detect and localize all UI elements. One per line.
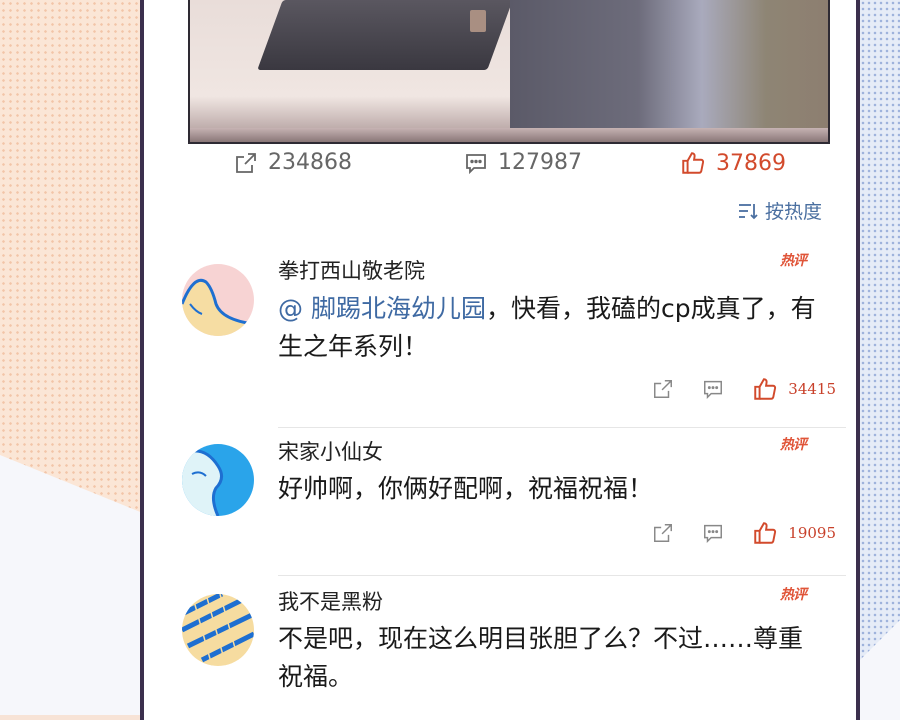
thumbs-up-icon <box>754 378 777 400</box>
phone-screen: 234868 127987 37869 按热度 拳打西山敬老院 热评 @ 脚踢北… <box>140 0 860 720</box>
sort-by-hot-button[interactable]: 按热度 <box>737 197 822 224</box>
post-stats-bar: 234868 127987 37869 <box>144 150 856 190</box>
reply-icon[interactable] <box>702 378 724 400</box>
reply-icon[interactable] <box>702 522 724 544</box>
comment-button[interactable]: 127987 <box>464 150 582 175</box>
mention-link[interactable]: @ 脚踢北海幼儿园 <box>278 294 486 323</box>
comment-actions: 19095 <box>624 520 836 546</box>
like-count: 37869 <box>716 150 786 176</box>
comment-text: 不是吧，现在这么明目张胆了么？不过……尊重祝福。 <box>278 624 804 691</box>
avatar-image <box>182 444 254 516</box>
avatar[interactable] <box>182 444 254 516</box>
commenter-name[interactable]: 我不是黑粉 <box>278 586 383 616</box>
avatar[interactable] <box>182 594 254 666</box>
hot-comment-badge: 热评 <box>780 253 807 269</box>
comment-count: 127987 <box>498 150 582 175</box>
hot-comment-badge: 热评 <box>780 437 807 453</box>
divider <box>278 575 846 576</box>
comment-like-button[interactable]: 19095 <box>752 520 836 546</box>
comment-icon <box>466 153 486 174</box>
share-icon[interactable] <box>652 378 674 400</box>
comment-actions: 34415 <box>624 376 836 402</box>
comment-like-count: 34415 <box>788 380 836 398</box>
share-icon[interactable] <box>652 522 674 544</box>
background-pattern-right <box>860 0 900 702</box>
avatar-image <box>182 594 254 666</box>
commenter-name[interactable]: 拳打西山敬老院 <box>278 255 425 285</box>
comment-text: 好帅啊，你俩好配啊，祝福祝福！ <box>278 474 654 503</box>
hot-comment-badge: 热评 <box>780 587 807 603</box>
commenter-name[interactable]: 宋家小仙女 <box>278 436 383 466</box>
comment-like-count: 19095 <box>788 524 836 542</box>
share-icon <box>236 152 256 173</box>
avatar[interactable] <box>182 264 254 336</box>
comment-like-button[interactable]: 34415 <box>752 376 836 402</box>
share-count: 234868 <box>268 150 352 175</box>
thumbs-up-icon <box>682 152 705 174</box>
divider <box>278 427 846 428</box>
comment-text: @ 脚踢北海幼儿园，快看，我磕的cp成真了，有生之年系列！ <box>278 290 818 366</box>
post-image[interactable] <box>188 0 830 144</box>
sort-label: 按热度 <box>764 201 822 223</box>
cup-illustration <box>470 10 486 32</box>
avatar-image <box>182 264 254 336</box>
figure-illustration <box>510 0 828 142</box>
share-button[interactable]: 234868 <box>234 150 352 175</box>
thumbs-up-icon <box>754 522 777 544</box>
like-button[interactable]: 37869 <box>680 150 786 176</box>
sort-icon <box>738 203 758 219</box>
